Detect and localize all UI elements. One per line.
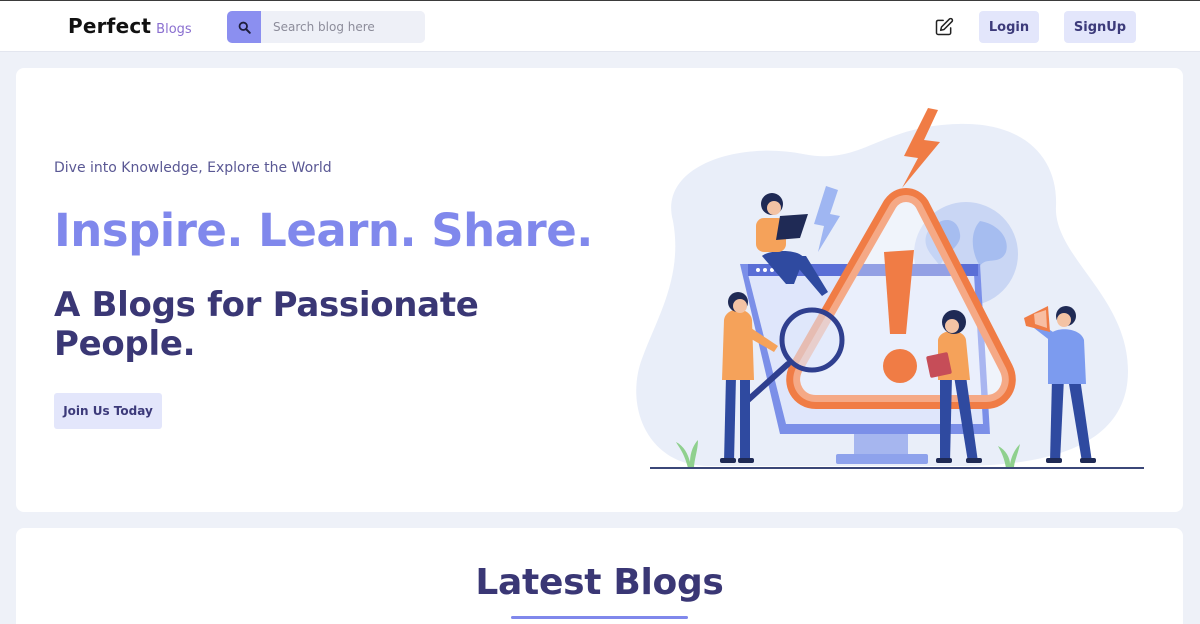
signup-button[interactable]: SignUp: [1064, 11, 1136, 43]
hero-section: Dive into Knowledge, Explore the World I…: [16, 68, 1183, 512]
hero-headline: Inspire. Learn. Share.: [54, 204, 593, 257]
hero-subheadline: A Blogs for Passionate People.: [54, 285, 479, 364]
latest-blogs-title: Latest Blogs: [475, 562, 724, 603]
login-button[interactable]: Login: [979, 11, 1039, 43]
search-input[interactable]: [261, 11, 425, 43]
logo[interactable]: Perfect Blogs: [68, 14, 192, 38]
logo-sub-text: Blogs: [156, 22, 192, 37]
join-us-button[interactable]: Join Us Today: [54, 393, 162, 429]
write-post-button[interactable]: [932, 15, 956, 39]
latest-blogs-section: Latest Blogs: [16, 528, 1183, 624]
title-underline: [511, 616, 688, 619]
navbar: Perfect Blogs Login SignUp: [0, 0, 1200, 52]
search-button[interactable]: [227, 11, 261, 43]
logo-main-text: Perfect: [68, 14, 152, 38]
edit-icon: [935, 17, 954, 36]
hero-tagline: Dive into Knowledge, Explore the World: [54, 160, 332, 176]
hero-illustration: [636, 108, 1144, 469]
search-bar: [227, 11, 425, 43]
search-icon: [238, 21, 251, 34]
